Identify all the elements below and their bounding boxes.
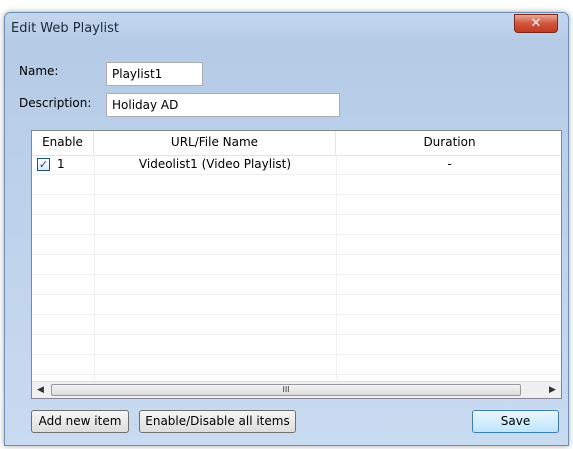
duration-cell: - bbox=[447, 157, 452, 171]
horizontal-scrollbar[interactable]: ◀ III ▶ bbox=[32, 381, 561, 398]
enable-cell: ✓ 1 bbox=[32, 155, 94, 175]
empty-row bbox=[32, 295, 561, 315]
enable-checkbox[interactable]: ✓ bbox=[37, 158, 50, 171]
name-input[interactable]: Playlist1 bbox=[106, 62, 203, 86]
column-header-enable[interactable]: Enable bbox=[32, 131, 94, 154]
enable-disable-all-button[interactable]: Enable/Disable all items bbox=[139, 410, 296, 433]
name-label: Name: bbox=[19, 64, 59, 78]
save-button[interactable]: Save bbox=[472, 410, 559, 433]
close-icon: ✕ bbox=[530, 16, 542, 31]
close-button[interactable]: ✕ bbox=[514, 14, 558, 33]
empty-row bbox=[32, 235, 561, 255]
table-row[interactable]: ✓ 1 Videolist1 (Video Playlist) - bbox=[32, 155, 561, 175]
scroll-right-arrow-icon[interactable]: ▶ bbox=[544, 382, 561, 398]
scroll-thumb[interactable]: III bbox=[51, 384, 521, 396]
scroll-left-arrow-icon[interactable]: ◀ bbox=[32, 382, 49, 398]
column-header-url[interactable]: URL/File Name bbox=[94, 131, 336, 154]
dialog-title: Edit Web Playlist bbox=[11, 21, 119, 36]
description-label: Description: bbox=[19, 96, 92, 110]
row-index: 1 bbox=[57, 157, 65, 171]
playlist-table: Enable URL/File Name Duration ✓ 1 Videol… bbox=[31, 130, 562, 399]
empty-row bbox=[32, 335, 561, 355]
empty-row bbox=[32, 355, 561, 375]
add-new-item-button[interactable]: Add new item bbox=[31, 410, 129, 433]
description-input[interactable]: Holiday AD bbox=[106, 93, 340, 117]
url-cell: Videolist1 (Video Playlist) bbox=[138, 157, 292, 171]
column-header-duration[interactable]: Duration bbox=[336, 131, 561, 154]
empty-row bbox=[32, 215, 561, 235]
table-header: Enable URL/File Name Duration bbox=[32, 131, 561, 156]
empty-row bbox=[32, 315, 561, 335]
empty-row bbox=[32, 195, 561, 215]
empty-row bbox=[32, 255, 561, 275]
empty-row bbox=[32, 175, 561, 195]
empty-row bbox=[32, 275, 561, 295]
